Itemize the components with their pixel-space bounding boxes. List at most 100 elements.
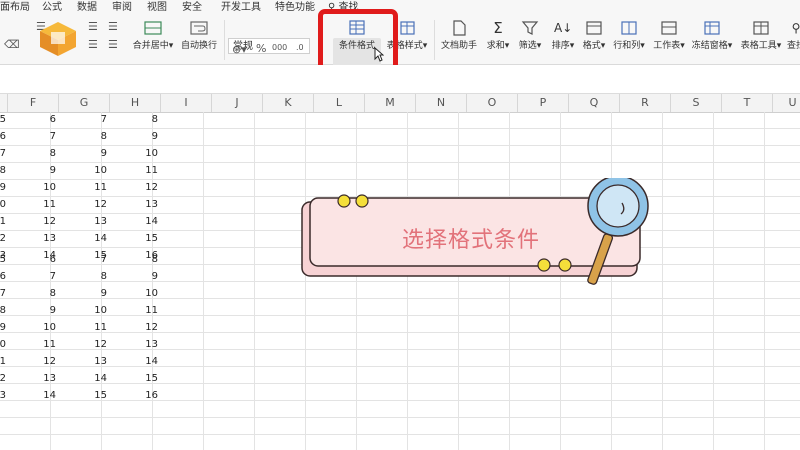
- table-cell[interactable]: 14: [67, 370, 107, 387]
- table-cell[interactable]: 10: [67, 162, 107, 179]
- menu-view[interactable]: 视图: [147, 1, 167, 15]
- table-cell[interactable]: 8: [16, 145, 56, 162]
- table-cell[interactable]: 13: [67, 213, 107, 230]
- column-header-n[interactable]: N: [416, 94, 467, 112]
- menu-security[interactable]: 安全: [182, 1, 202, 15]
- column-header-t[interactable]: T: [722, 94, 773, 112]
- table-cell[interactable]: 1: [0, 213, 6, 230]
- merge-center-button[interactable]: 合并居中▾: [132, 20, 174, 52]
- freeze-panes-button[interactable]: 冻结窗格▾: [689, 20, 735, 52]
- table-cell[interactable]: 13: [16, 230, 56, 247]
- table-cell[interactable]: 5: [0, 111, 6, 128]
- column-header-k[interactable]: K: [263, 94, 314, 112]
- table-cell[interactable]: 0: [0, 196, 6, 213]
- table-cell[interactable]: 3: [0, 387, 6, 404]
- column-header-g[interactable]: G: [59, 94, 110, 112]
- menu-review[interactable]: 审阅: [112, 1, 132, 15]
- column-header-f[interactable]: F: [8, 94, 59, 112]
- table-cell[interactable]: 11: [16, 336, 56, 353]
- table-cell[interactable]: 11: [118, 302, 158, 319]
- column-header-r[interactable]: R: [620, 94, 671, 112]
- row-col-button[interactable]: 行和列▾: [611, 20, 647, 52]
- format-button[interactable]: 格式▾: [580, 20, 608, 52]
- outdent-icon[interactable]: ☰: [88, 38, 98, 51]
- table-cell[interactable]: 12: [16, 353, 56, 370]
- menu-developer[interactable]: 开发工具: [221, 1, 261, 15]
- table-cell[interactable]: 6: [16, 111, 56, 128]
- column-header-u[interactable]: U: [773, 94, 800, 112]
- menu-data[interactable]: 数据: [77, 1, 97, 15]
- table-cell[interactable]: 15: [118, 230, 158, 247]
- table-cell[interactable]: 8: [118, 111, 158, 128]
- table-cell[interactable]: 12: [67, 336, 107, 353]
- sort-button[interactable]: A↓ 排序▾: [549, 20, 577, 52]
- table-cell[interactable]: 7: [0, 285, 6, 302]
- table-cell[interactable]: 11: [16, 196, 56, 213]
- table-cell[interactable]: 13: [16, 370, 56, 387]
- table-cell[interactable]: 8: [0, 302, 6, 319]
- column-header-q[interactable]: Q: [569, 94, 620, 112]
- table-cell[interactable]: 8: [67, 128, 107, 145]
- table-cell[interactable]: 7: [16, 268, 56, 285]
- table-cell[interactable]: 9: [0, 179, 6, 196]
- table-cell[interactable]: 9: [16, 162, 56, 179]
- table-cell[interactable]: 12: [118, 319, 158, 336]
- table-cell[interactable]: 2: [0, 370, 6, 387]
- column-header-m[interactable]: M: [365, 94, 416, 112]
- table-tools-button[interactable]: 表格工具▾: [738, 20, 784, 52]
- column-header-j[interactable]: J: [212, 94, 263, 112]
- menu-special[interactable]: 特色功能: [275, 1, 315, 15]
- table-cell[interactable]: 2: [0, 230, 6, 247]
- table-cell[interactable]: 6: [0, 128, 6, 145]
- table-cell[interactable]: 15: [118, 370, 158, 387]
- table-cell[interactable]: 14: [118, 213, 158, 230]
- filter-button[interactable]: 筛选▾: [516, 20, 544, 52]
- table-cell[interactable]: 9: [16, 302, 56, 319]
- percent-button[interactable]: %: [256, 42, 266, 55]
- table-cell[interactable]: 14: [118, 353, 158, 370]
- column-header-o[interactable]: O: [467, 94, 518, 112]
- table-cell[interactable]: 9: [118, 128, 158, 145]
- table-cell[interactable]: 13: [118, 336, 158, 353]
- table-cell[interactable]: 9: [118, 268, 158, 285]
- table-cell[interactable]: 6: [16, 251, 56, 268]
- column-header-i[interactable]: I: [161, 94, 212, 112]
- sum-button[interactable]: Σ 求和▾: [484, 20, 512, 52]
- table-cell[interactable]: 7: [16, 128, 56, 145]
- table-cell[interactable]: 11: [67, 319, 107, 336]
- column-header-h[interactable]: H: [110, 94, 161, 112]
- table-cell[interactable]: 10: [118, 145, 158, 162]
- table-cell[interactable]: 10: [16, 179, 56, 196]
- table-cell[interactable]: 12: [118, 179, 158, 196]
- table-cell[interactable]: 7: [67, 251, 107, 268]
- decimal-icon[interactable]: .0: [296, 43, 304, 52]
- align-right-icon[interactable]: ☰: [108, 20, 118, 33]
- table-cell[interactable]: 9: [67, 285, 107, 302]
- table-cell[interactable]: 13: [118, 196, 158, 213]
- column-header-s[interactable]: S: [671, 94, 722, 112]
- table-cell[interactable]: 8: [118, 251, 158, 268]
- table-cell[interactable]: 7: [67, 111, 107, 128]
- auto-wrap-button[interactable]: 自动换行: [179, 20, 219, 52]
- currency-icon[interactable]: ⊛▾: [232, 43, 247, 56]
- table-cell[interactable]: 5: [0, 251, 6, 268]
- table-cell[interactable]: 11: [67, 179, 107, 196]
- table-cell[interactable]: 12: [16, 213, 56, 230]
- table-cell[interactable]: 15: [67, 387, 107, 404]
- worksheet-button[interactable]: 工作表▾: [651, 20, 687, 52]
- table-cell[interactable]: 9: [67, 145, 107, 162]
- table-cell[interactable]: 16: [118, 387, 158, 404]
- table-cell[interactable]: 8: [16, 285, 56, 302]
- table-cell[interactable]: 0: [0, 336, 6, 353]
- table-cell[interactable]: 10: [67, 302, 107, 319]
- menu-page-layout[interactable]: 面布局: [0, 1, 30, 15]
- distribute-icon[interactable]: ☰: [108, 38, 118, 51]
- column-header-p[interactable]: P: [518, 94, 569, 112]
- table-cell[interactable]: 12: [67, 196, 107, 213]
- table-cell[interactable]: 14: [67, 230, 107, 247]
- column-header-l[interactable]: L: [314, 94, 365, 112]
- find-button[interactable]: ⚲ 查找: [786, 20, 800, 52]
- table-cell[interactable]: 1: [0, 353, 6, 370]
- table-cell[interactable]: 10: [118, 285, 158, 302]
- table-cell[interactable]: 10: [16, 319, 56, 336]
